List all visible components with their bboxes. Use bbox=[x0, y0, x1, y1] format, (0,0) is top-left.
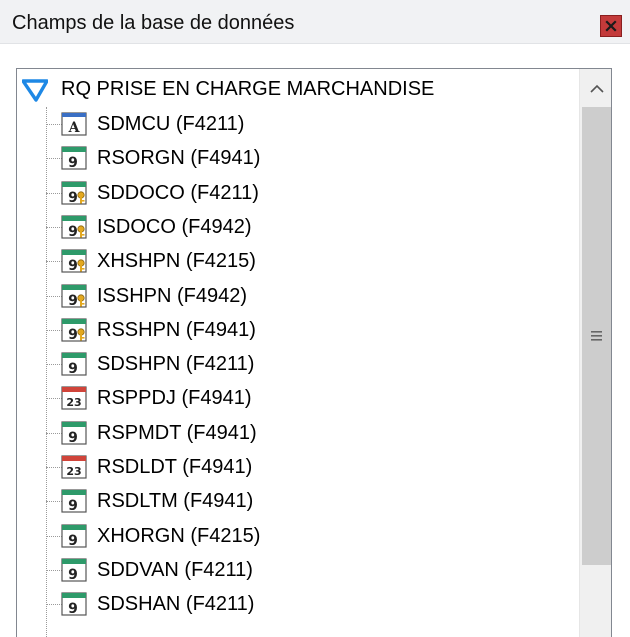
tree-branch-line bbox=[46, 329, 62, 331]
numeric-key-field-icon: 9 bbox=[61, 215, 87, 239]
tree-content: RQ PRISE EN CHARGE MARCHANDISE A SDMCU (F… bbox=[17, 69, 579, 637]
svg-text:9: 9 bbox=[68, 533, 78, 548]
text-field-icon: A bbox=[61, 112, 87, 136]
date-field-icon: 23 bbox=[61, 455, 87, 479]
vertical-scrollbar[interactable] bbox=[579, 69, 611, 637]
tree-branch-line bbox=[46, 432, 62, 434]
tree-branch-line bbox=[46, 604, 62, 606]
tree-field-label: XHORGN (F4215) bbox=[97, 524, 261, 547]
tree-field-item[interactable]: 9 ISDOCO (F4942) bbox=[17, 210, 579, 244]
tree-branch-line bbox=[46, 569, 62, 571]
numeric-key-field-icon: 9 bbox=[61, 180, 87, 205]
panel-title: Champs de la base de données bbox=[12, 12, 295, 34]
svg-text:23: 23 bbox=[66, 396, 81, 409]
tree-field-item[interactable]: 9 SDSHAN (F4211) bbox=[17, 587, 579, 621]
tree-branch-line bbox=[46, 398, 62, 400]
tree-field-label: ISDOCO (F4942) bbox=[97, 215, 252, 238]
tree-field-label: SDSHAN (F4211) bbox=[97, 593, 255, 616]
tree-field-label: RSDLDT (F4941) bbox=[97, 456, 253, 478]
svg-text:9: 9 bbox=[68, 155, 78, 170]
tree-field-item[interactable]: 9 SDSHPN (F4211) bbox=[17, 347, 579, 381]
tree-field-item[interactable]: 9 XHORGN (F4215) bbox=[17, 519, 579, 553]
svg-text:A: A bbox=[68, 120, 81, 136]
numeric-field-icon: 9 bbox=[61, 558, 87, 582]
tree-field-item[interactable]: 9 RSORGN (F4941) bbox=[17, 141, 579, 175]
grip-icon bbox=[591, 331, 602, 341]
tree-field-item[interactable]: 9 ISSHPN (F4942) bbox=[17, 279, 579, 313]
tree-branch-line bbox=[46, 124, 62, 125]
query-funnel-icon bbox=[22, 79, 48, 102]
tree-field-item[interactable]: 9 SDDOCO (F4211) bbox=[17, 176, 579, 210]
tree-field-label: SDDOCO (F4211) bbox=[97, 181, 259, 204]
tree-branch-line bbox=[46, 295, 62, 297]
tree-field-label: SDDVAN (F4211) bbox=[97, 558, 253, 581]
tree-field-label: RSPMDT (F4941) bbox=[97, 421, 257, 444]
tree-field-label: SDSHPN (F4211) bbox=[97, 353, 255, 376]
tree-field-label: RSORGN (F4941) bbox=[97, 147, 261, 170]
tree-branch-line bbox=[46, 364, 62, 366]
tree-field-item[interactable]: 23 RSPPDJ (F4941) bbox=[17, 381, 579, 415]
svg-text:9: 9 bbox=[68, 327, 78, 342]
numeric-field-icon: 9 bbox=[61, 523, 87, 548]
tree-field-item[interactable]: 23 RSDLDT (F4941) bbox=[17, 450, 579, 484]
numeric-key-field-icon: 9 bbox=[61, 318, 87, 342]
tree-branch-line bbox=[46, 226, 62, 228]
close-icon bbox=[605, 20, 617, 32]
tree-field-label: XHSHPN (F4215) bbox=[97, 250, 256, 273]
tree-branch-line bbox=[46, 158, 62, 160]
svg-text:9: 9 bbox=[68, 498, 78, 513]
scroll-thumb[interactable] bbox=[582, 107, 611, 565]
svg-text:9: 9 bbox=[68, 601, 78, 616]
tree-branch-line bbox=[46, 467, 62, 468]
tree-root-node[interactable]: RQ PRISE EN CHARGE MARCHANDISE bbox=[17, 69, 579, 107]
scroll-up-button[interactable] bbox=[580, 69, 611, 107]
tree-field-item[interactable]: 9 RSDLTM (F4941) bbox=[17, 484, 579, 518]
numeric-field-icon: 9 bbox=[61, 592, 87, 616]
chevron-up-icon bbox=[589, 84, 604, 93]
svg-text:9: 9 bbox=[68, 224, 78, 239]
tree-branch-line bbox=[46, 192, 62, 194]
tree-branch-line bbox=[46, 261, 62, 263]
numeric-field-icon: 9 bbox=[61, 352, 87, 376]
tree-field-label: RSDLTM (F4941) bbox=[97, 490, 254, 513]
tree-root-label: RQ PRISE EN CHARGE MARCHANDISE bbox=[61, 78, 435, 100]
svg-text:23: 23 bbox=[66, 465, 81, 478]
tree-field-item[interactable]: 9 SDDVAN (F4211) bbox=[17, 553, 579, 587]
numeric-key-field-icon: 9 bbox=[61, 283, 87, 308]
close-button[interactable] bbox=[600, 15, 622, 37]
tree-field-item[interactable]: 9 XHSHPN (F4215) bbox=[17, 244, 579, 278]
svg-text:9: 9 bbox=[68, 258, 78, 273]
tree-field-label: RSSHPN (F4941) bbox=[97, 318, 256, 341]
numeric-field-icon: 9 bbox=[61, 146, 87, 170]
tree-field-item[interactable]: 9 RSPMDT (F4941) bbox=[17, 416, 579, 450]
tree-field-item[interactable]: 9 RSSHPN (F4941) bbox=[17, 313, 579, 347]
svg-text:9: 9 bbox=[68, 361, 78, 376]
tree-branch-line bbox=[46, 501, 62, 503]
tree-field-item[interactable]: A SDMCU (F4211) bbox=[17, 107, 579, 141]
numeric-field-icon: 9 bbox=[61, 421, 87, 445]
svg-text:9: 9 bbox=[68, 190, 78, 205]
tree-field-label: ISSHPN (F4942) bbox=[97, 284, 248, 307]
svg-text:9: 9 bbox=[68, 567, 78, 582]
svg-text:9: 9 bbox=[68, 293, 78, 308]
tree-field-label: SDMCU (F4211) bbox=[97, 113, 245, 135]
numeric-key-field-icon: 9 bbox=[61, 249, 87, 273]
tree-field-label: RSPPDJ (F4941) bbox=[97, 387, 252, 410]
svg-text:9: 9 bbox=[68, 430, 78, 445]
tree-branch-line bbox=[46, 535, 62, 537]
numeric-field-icon: 9 bbox=[61, 489, 87, 513]
database-fields-tree[interactable]: RQ PRISE EN CHARGE MARCHANDISE A SDMCU (F… bbox=[16, 68, 612, 637]
panel-header: Champs de la base de données bbox=[0, 0, 630, 44]
date-field-icon: 23 bbox=[61, 386, 87, 410]
